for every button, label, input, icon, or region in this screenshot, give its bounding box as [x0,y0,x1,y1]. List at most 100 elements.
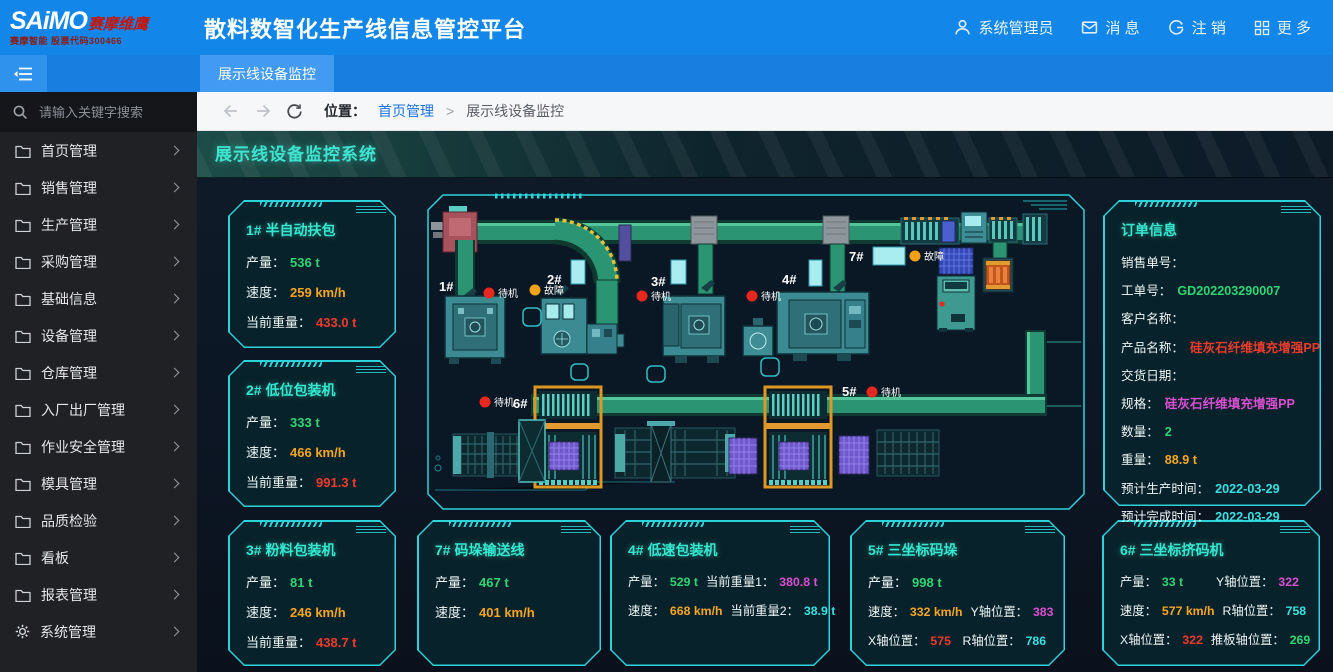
folder-icon [15,218,31,232]
status-badge: 待机 [494,396,514,409]
sidebar-item-系统管理[interactable]: 系统管理 [0,613,197,650]
sidebar-item-报表管理[interactable]: 报表管理 [0,576,197,613]
metric-value: 438.7 t [316,635,356,650]
metric-label: 当前重量1： [706,572,774,590]
folder-icon [15,181,31,195]
metric-label: 推板轴位置： [1211,630,1285,648]
sidebar-item-作业安全管理[interactable]: 作业安全管理 [0,428,197,465]
diverter-box [961,212,987,243]
roller-line-right [877,430,939,476]
sidebar-search [0,92,197,132]
status-dot [867,387,878,398]
order-field-value: 2022-03-29 [1215,482,1279,496]
sidebar-item-label: 设备管理 [41,326,97,346]
breadcrumb-location-label: 位置： [324,101,366,121]
metric-label: 速度： [246,602,285,621]
sidebar-item-label: 入厂出厂管理 [41,400,125,420]
panel-title: 2# 低位包装机 [246,380,380,400]
sidebar-item-品质检验[interactable]: 品质检验 [0,502,197,539]
order-field-label: 规格： [1121,393,1159,412]
chevron-right-icon [170,553,180,563]
sidebar-item-看板[interactable]: 看板 [0,539,197,576]
power-icon [1168,19,1185,36]
chevron-right-icon [170,183,180,193]
status-dot [480,397,491,408]
metric-label: 产量： [1120,572,1157,590]
status-dot [747,291,758,302]
arrow-right-icon[interactable] [253,101,273,121]
order-field-value: 88.9 t [1165,453,1197,467]
sidebar-item-label: 品质检验 [41,511,97,531]
panel-title: 6# 三坐标挤码机 [1120,540,1304,560]
chevron-right-icon [170,479,180,489]
status-dot [484,288,495,299]
sidebar-item-生产管理[interactable]: 生产管理 [0,206,197,243]
order-field-value: GD202203290007 [1177,284,1280,298]
metric-value: 536 t [290,255,320,270]
metric-label: 当前重量： [246,632,311,651]
user-menu[interactable]: 系统管理员 [954,17,1053,38]
brand-logo[interactable]: SAiMO 赛摩维鹰 赛摩智能 股票代码300466 [10,9,200,46]
order-field-label: 客户名称： [1121,308,1184,327]
messages-button[interactable]: 消 息 [1081,17,1139,38]
metric-value: 322 [1278,575,1299,589]
sidebar-item-首页管理[interactable]: 首页管理 [0,132,197,169]
main-content: 展示线设备监控系统 [197,131,1333,672]
order-field-value: 硅灰石纤维填充增强PP [1190,337,1320,356]
search-icon [12,104,28,120]
metric-value: 333 t [290,415,320,430]
metric-label: 速度： [868,602,905,620]
sidebar-menu: 首页管理销售管理生产管理采购管理基础信息设备管理仓库管理入厂出厂管理作业安全管理… [0,132,197,650]
more-button[interactable]: 更 多 [1254,17,1311,38]
machine-3 [663,296,725,363]
metric-label: 速度： [435,602,474,621]
metric-label: X轴位置： [1120,630,1177,648]
transfer-frame [519,420,545,482]
breadcrumb: 位置： 首页管理 > 展示线设备监控 [197,92,1333,131]
sidebar-item-销售管理[interactable]: 销售管理 [0,169,197,206]
arrow-left-icon[interactable] [221,101,241,121]
metric-label: 产量： [246,412,285,431]
metric-value: 668 km/h [670,604,723,618]
panel-7#: 7# 码垛输送线产量：467 t速度：401 km/h [417,520,601,666]
folder-icon [15,514,31,528]
tab-device-monitor[interactable]: 展示线设备监控 [200,55,334,92]
folder-icon [15,292,31,306]
sidebar-item-label: 首页管理 [41,141,97,161]
logout-button[interactable]: 注 销 [1168,17,1226,38]
refresh-icon[interactable] [285,102,304,121]
metric-value: 81 t [290,575,312,590]
tab-bar: 展示线设备监控 [0,55,1333,92]
panel-title: 7# 码垛输送线 [435,540,585,560]
sidebar-item-入厂出厂管理[interactable]: 入厂出厂管理 [0,391,197,428]
metric-value: 38.9 t [804,604,835,618]
sidebar-item-模具管理[interactable]: 模具管理 [0,465,197,502]
sidebar-item-设备管理[interactable]: 设备管理 [0,317,197,354]
metric-label: 当前重量2： [731,601,799,619]
sidebar-item-仓库管理[interactable]: 仓库管理 [0,354,197,391]
breadcrumb-root-link[interactable]: 首页管理 [378,101,434,121]
machine-1 [445,296,505,364]
chevron-right-icon [170,294,180,304]
sidebar-collapse-button[interactable] [0,55,47,92]
metric-value: 332 km/h [910,605,963,619]
folder-icon [15,440,31,454]
order-field-label: 产品名称： [1121,337,1184,356]
chevron-right-icon [170,257,180,267]
sidebar-item-采购管理[interactable]: 采购管理 [0,243,197,280]
page-title-band: 展示线设备监控系统 [197,131,1333,178]
status-badge: 待机 [651,290,671,303]
search-input[interactable] [37,104,185,121]
metric-value: 575 [930,634,951,648]
panel-title: 1# 半自动扶包 [246,220,380,240]
metric-label: 速度： [246,442,285,461]
metric-value: 991.3 t [316,475,356,490]
order-field-value: 硅灰石纤维填充增强PP [1165,393,1295,412]
metric-label: R轴位置： [1223,601,1281,619]
chevron-right-icon [170,627,180,637]
status-badge: 待机 [498,287,518,300]
metric-label: Y轴位置： [1216,572,1273,590]
station-label: 6# [513,396,528,411]
status-dot [910,251,921,262]
sidebar-item-基础信息[interactable]: 基础信息 [0,280,197,317]
